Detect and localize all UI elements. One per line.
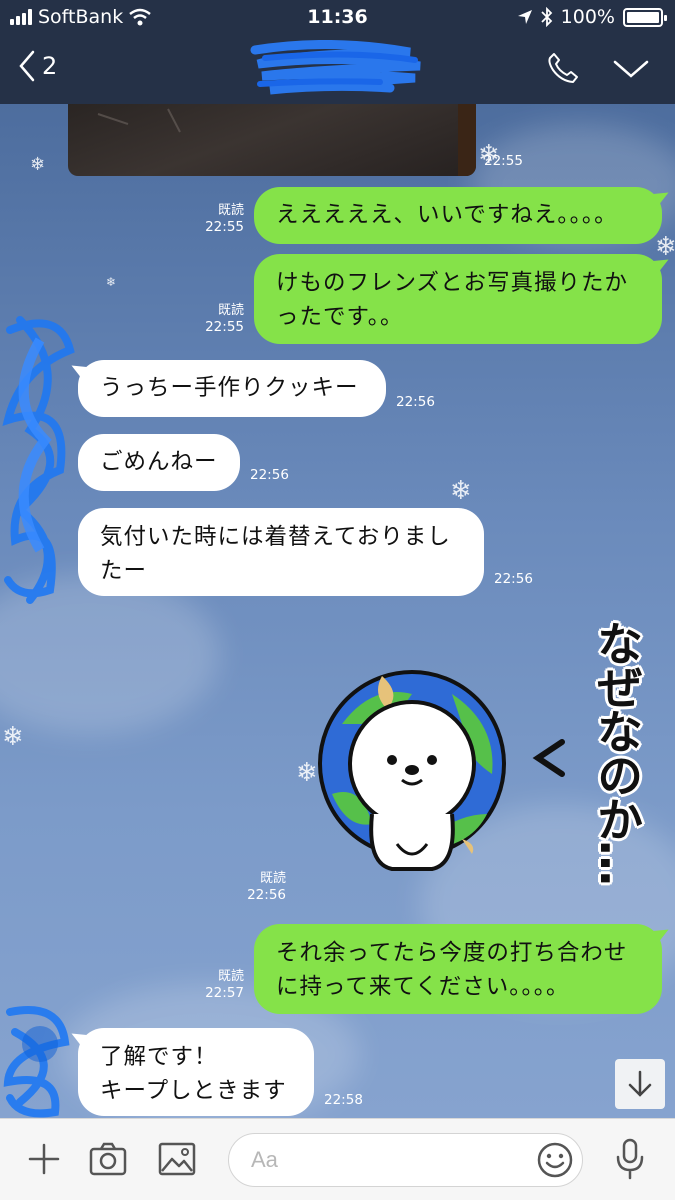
chevron-left-icon — [19, 50, 35, 82]
snowflake-icon: ❄ — [106, 275, 117, 289]
message-composer: Aa — [0, 1118, 675, 1200]
arrow-left-icon — [532, 739, 565, 777]
message-text: うっちー手作りクッキー — [100, 375, 359, 401]
message-bubble-outgoing[interactable]: えええええ、いいですねえ。。。。 — [254, 187, 662, 244]
battery-percent: 100% — [560, 6, 615, 28]
photo-message[interactable] — [68, 104, 476, 176]
navigation-bar: 2 — [0, 36, 675, 102]
message-meta: 既読 22:55 — [196, 202, 244, 236]
read-receipt: 既読 — [259, 871, 286, 886]
snowflake-icon: ❄ — [450, 476, 472, 506]
status-bar: SoftBank 11:36 100% — [0, 0, 675, 34]
message-text: ごめんねー — [100, 449, 218, 475]
read-receipt: 既読 — [217, 969, 244, 984]
location-icon — [517, 10, 532, 24]
message-meta: 既読 22:55 — [196, 302, 244, 336]
message-time: 22:57 — [205, 985, 244, 1001]
chevron-down-icon — [613, 60, 649, 78]
message-bubble-outgoing[interactable]: それ余ってたら今度の打ち合わせ に持って来てください。。。。 — [254, 924, 662, 1014]
message-text: に持って来てください。。。。 — [276, 974, 570, 1000]
call-button[interactable] — [545, 50, 581, 86]
menu-toggle-button[interactable] — [612, 54, 650, 84]
message-input[interactable]: Aa — [228, 1133, 583, 1187]
read-receipt: 既読 — [217, 303, 244, 318]
sticker-message[interactable] — [312, 664, 517, 884]
message-bubble-incoming[interactable]: 気付いた時には着替えておりまし たー — [78, 508, 484, 596]
message-meta: 既読 22:56 — [238, 870, 286, 904]
message-time: 22:58 — [324, 1092, 363, 1108]
unread-count: 2 — [42, 52, 58, 80]
message-time: 22:56 — [250, 467, 289, 483]
message-text: ったです。。 — [276, 304, 404, 330]
arrow-down-icon — [628, 1070, 652, 1097]
message-time: 22:56 — [396, 394, 435, 410]
bluetooth-icon — [541, 7, 552, 27]
sticker-caption: なぜなのか… — [590, 620, 644, 884]
chat-area[interactable]: ❄ ❄ ❄ ❄ ❄ ❄ ❄ 22:55 既読 22:55 えええええ、いいですね… — [0, 104, 675, 1118]
read-receipt: 既読 — [217, 203, 244, 218]
message-text: 了解です！ — [100, 1044, 218, 1070]
image-icon[interactable] — [157, 1141, 197, 1177]
message-bubble-incoming[interactable]: ごめんねー — [78, 434, 240, 491]
message-text: たー — [100, 558, 148, 584]
scroll-to-bottom-button[interactable] — [615, 1059, 665, 1109]
message-time: 22:55 — [205, 319, 244, 335]
microphone-icon[interactable] — [614, 1137, 646, 1181]
message-bubble-incoming[interactable]: 了解です！ キープしときます — [78, 1028, 314, 1116]
chat-header: SoftBank 11:36 100% 2 — [0, 0, 675, 104]
message-bubble-incoming[interactable]: うっちー手作りクッキー — [78, 360, 386, 417]
message-text: けものフレンズとお写真撮りたか — [276, 270, 629, 296]
message-text: キープしときます — [100, 1078, 287, 1104]
battery-icon — [623, 7, 667, 27]
snowflake-icon: ❄ — [2, 722, 24, 752]
back-button[interactable]: 2 — [18, 50, 57, 82]
message-bubble-outgoing[interactable]: けものフレンズとお写真撮りたか ったです。。 — [254, 254, 662, 344]
redacted-chat-title — [250, 40, 421, 95]
message-text: それ余ってたら今度の打ち合わせ — [276, 940, 628, 966]
plus-icon[interactable] — [26, 1141, 62, 1177]
message-time: 22:55 — [484, 153, 523, 169]
redacted-avatar[interactable] — [0, 1002, 80, 1118]
redacted-avatar[interactable] — [0, 310, 84, 610]
phone-icon — [548, 53, 578, 83]
photo-texture — [97, 108, 181, 133]
emoji-icon[interactable] — [536, 1141, 574, 1179]
message-time: 22:55 — [205, 219, 244, 235]
message-time: 22:56 — [247, 887, 286, 903]
message-time: 22:56 — [494, 571, 533, 587]
message-text: 気付いた時には着替えておりまし — [100, 524, 451, 550]
snowflake-icon: ❄ — [30, 154, 46, 175]
message-text: えええええ、いいですねえ。。。。 — [276, 202, 618, 228]
message-meta: 既読 22:57 — [196, 968, 244, 1002]
camera-icon[interactable] — [88, 1141, 128, 1177]
